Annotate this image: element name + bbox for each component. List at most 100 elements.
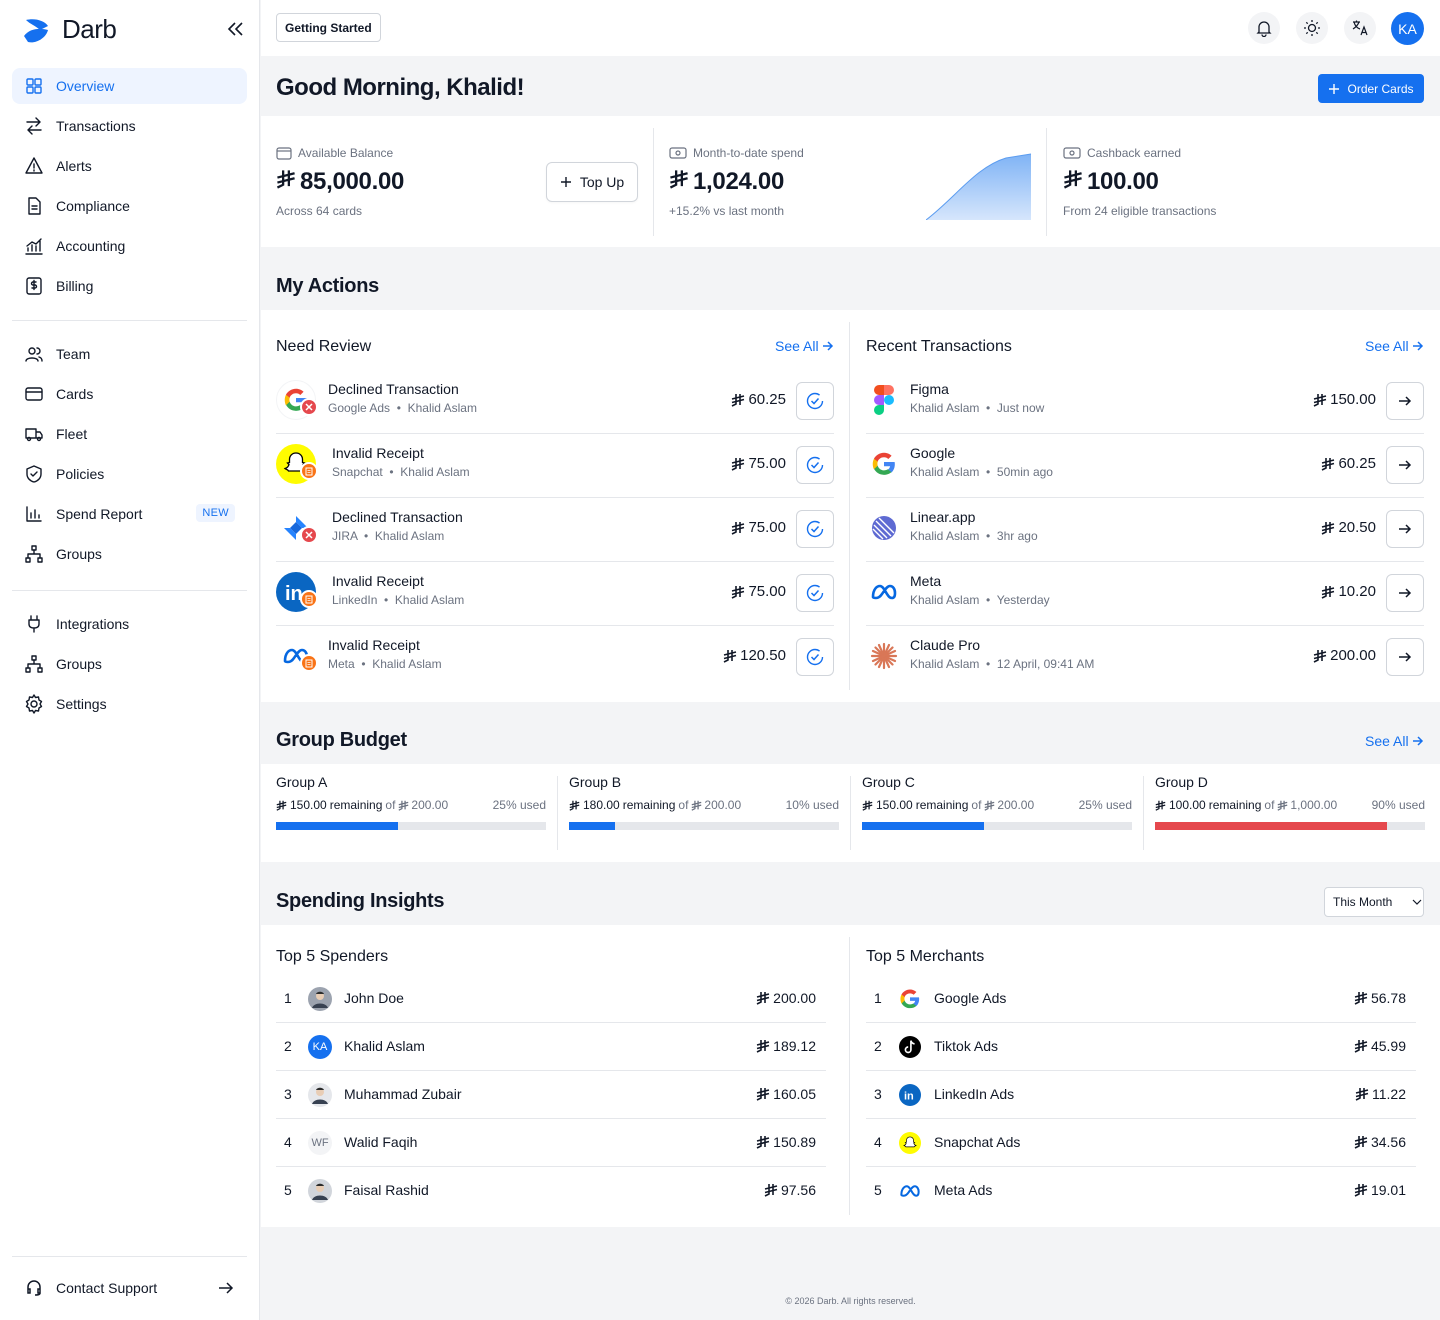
review-item[interactable]: Invalid Receipt Snapchat • Khalid Aslam …	[276, 434, 834, 498]
merchant-row[interactable]: 1 Google Ads 56.78	[866, 975, 1416, 1023]
sidebar-item-overview[interactable]: Overview	[12, 68, 247, 104]
order-cards-button[interactable]: Order Cards	[1318, 74, 1424, 103]
topbar: Getting Started KA	[261, 0, 1440, 56]
tiktok-logo-icon	[898, 1035, 922, 1059]
sidebar-item-spend-report[interactable]: Spend Report NEW	[12, 496, 247, 532]
stat-divider	[1046, 128, 1047, 236]
shield-icon	[26, 465, 42, 483]
merchant-row[interactable]: 2 Tiktok Ads 45.99	[866, 1023, 1416, 1071]
document-icon	[28, 197, 41, 215]
sidebar-item-label: Transactions	[56, 118, 136, 134]
budget-used: 25% used	[492, 798, 546, 812]
balance-sub: Across 64 cards	[276, 204, 363, 218]
open-transaction-button[interactable]	[1386, 446, 1424, 484]
transaction-title: Google	[910, 445, 956, 461]
merchant-name: Meta Ads	[934, 1182, 993, 1198]
wallet-icon	[276, 147, 292, 160]
sidebar-item-cards[interactable]: Cards	[12, 376, 247, 412]
merchant-amount: 11.22	[1355, 1086, 1406, 1102]
spender-row[interactable]: 1 John Doe 200.00	[276, 975, 826, 1023]
budget-card[interactable]: Group A 150.00 remaining of 200.00 25% u…	[276, 764, 546, 850]
sidebar-item-transactions[interactable]: Transactions	[12, 108, 247, 144]
sidebar-item-label: Spend Report	[56, 506, 143, 522]
user-avatar[interactable]: KA	[1391, 12, 1424, 45]
spender-row[interactable]: 2 KA Khalid Aslam 189.12	[276, 1023, 826, 1071]
spender-amount: 200.00	[756, 990, 816, 1006]
approve-button[interactable]	[796, 510, 834, 548]
approve-button[interactable]	[796, 574, 834, 612]
rank-number: 3	[284, 1086, 292, 1102]
rank-number: 4	[284, 1134, 292, 1150]
transaction-item[interactable]: Google Khalid Aslam • 50min ago 60.25	[866, 434, 1424, 498]
spender-row[interactable]: 5 Faisal Rashid 97.56	[276, 1167, 826, 1215]
budget-card[interactable]: Group B 180.00 remaining of 200.00 10% u…	[569, 764, 839, 850]
avatar	[308, 1083, 332, 1107]
sidebar-item-billing[interactable]: Billing	[12, 268, 247, 304]
sidebar-item-groups[interactable]: Groups	[12, 536, 247, 572]
transaction-item[interactable]: Meta Khalid Aslam • Yesterday 10.20	[866, 562, 1424, 626]
spender-name: John Doe	[344, 990, 404, 1006]
arrow-right-icon	[1412, 341, 1423, 351]
review-item[interactable]: in Invalid Receipt LinkedIn • Khalid Asl…	[276, 562, 834, 626]
open-transaction-button[interactable]	[1386, 510, 1424, 548]
budget-divider	[557, 776, 558, 850]
group-budget-see-all[interactable]: See All	[1365, 733, 1424, 749]
review-item[interactable]: Invalid Receipt Meta • Khalid Aslam 120.…	[276, 626, 834, 690]
spender-row[interactable]: 4 WF Walid Faqih 150.89	[276, 1119, 826, 1167]
sidebar-item-team[interactable]: Team	[12, 336, 247, 372]
getting-started-button[interactable]: Getting Started	[276, 13, 381, 42]
spender-row[interactable]: 3 Muhammad Zubair 160.05	[276, 1071, 826, 1119]
snapchat-logo-icon	[898, 1131, 922, 1155]
brand-logo[interactable]: Darb	[22, 14, 117, 45]
review-item[interactable]: Declined Transaction JIRA • Khalid Aslam…	[276, 498, 834, 562]
review-amount: 75.00	[731, 455, 786, 472]
sidebar-item-integrations[interactable]: Integrations	[12, 606, 247, 642]
merchant-row[interactable]: 5 Meta Ads 19.01	[866, 1167, 1416, 1215]
approve-button[interactable]	[796, 638, 834, 676]
sidebar-item-compliance[interactable]: Compliance	[12, 188, 247, 224]
open-transaction-button[interactable]	[1386, 574, 1424, 612]
transaction-meta: Khalid Aslam • 12 April, 09:41 AM	[910, 657, 1095, 671]
theme-toggle-button[interactable]	[1296, 12, 1328, 44]
budget-detail: 150.00 remaining of 200.00	[862, 798, 1034, 812]
transaction-item[interactable]: Claude Pro Khalid Aslam • 12 April, 09:4…	[866, 626, 1424, 690]
open-transaction-button[interactable]	[1386, 638, 1424, 676]
need-review-see-all[interactable]: See All	[775, 338, 834, 354]
transaction-item[interactable]: Figma Khalid Aslam • Just now 150.00	[866, 370, 1424, 434]
sidebar-item-policies[interactable]: Policies	[12, 456, 247, 492]
contact-support-link[interactable]: Contact Support	[12, 1270, 247, 1306]
budget-card[interactable]: Group C 150.00 remaining of 200.00 25% u…	[862, 764, 1132, 850]
top-up-button[interactable]: Top Up	[546, 162, 638, 202]
transaction-item[interactable]: Linear.app Khalid Aslam • 3hr ago 20.50	[866, 498, 1424, 562]
period-dropdown[interactable]: This Month	[1324, 887, 1424, 917]
bar-chart-icon	[26, 506, 42, 522]
need-review-list: Declined Transaction Google Ads • Khalid…	[276, 370, 834, 690]
approve-button[interactable]	[796, 382, 834, 420]
open-transaction-button[interactable]	[1386, 382, 1424, 420]
merchant-row[interactable]: 3 in LinkedIn Ads 11.22	[866, 1071, 1416, 1119]
arrow-right-icon	[1399, 652, 1412, 662]
collapse-sidebar-button[interactable]	[224, 18, 246, 40]
recent-see-all[interactable]: See All	[1365, 338, 1424, 354]
sidebar-divider	[12, 320, 247, 321]
budget-group-name: Group D	[1155, 774, 1208, 790]
approve-button[interactable]	[796, 446, 834, 484]
top-merchants-list: 1 Google Ads 56.78 2 Tiktok Ads 45.99 3 …	[866, 975, 1416, 1221]
budget-divider	[1143, 776, 1144, 850]
sidebar-divider	[12, 590, 247, 591]
sidebar-item-fleet[interactable]: Fleet	[12, 416, 247, 452]
sidebar-item-alerts[interactable]: Alerts	[12, 148, 247, 184]
review-item[interactable]: Declined Transaction Google Ads • Khalid…	[276, 370, 834, 434]
budget-card[interactable]: Group D 100.00 remaining of 1,000.00 90%…	[1155, 764, 1425, 850]
rank-number: 3	[874, 1086, 882, 1102]
notifications-button[interactable]	[1248, 12, 1280, 44]
language-button[interactable]	[1344, 12, 1376, 44]
sar-icon	[276, 168, 296, 196]
spender-name: Khalid Aslam	[344, 1038, 425, 1054]
transaction-title: Meta	[910, 573, 942, 589]
meta-logo-icon	[898, 1179, 922, 1203]
sidebar-item-accounting[interactable]: Accounting	[12, 228, 247, 264]
merchant-row[interactable]: 4 Snapchat Ads 34.56	[866, 1119, 1416, 1167]
sidebar-item-groups[interactable]: Groups	[12, 646, 247, 682]
sidebar-item-settings[interactable]: Settings	[12, 686, 247, 722]
